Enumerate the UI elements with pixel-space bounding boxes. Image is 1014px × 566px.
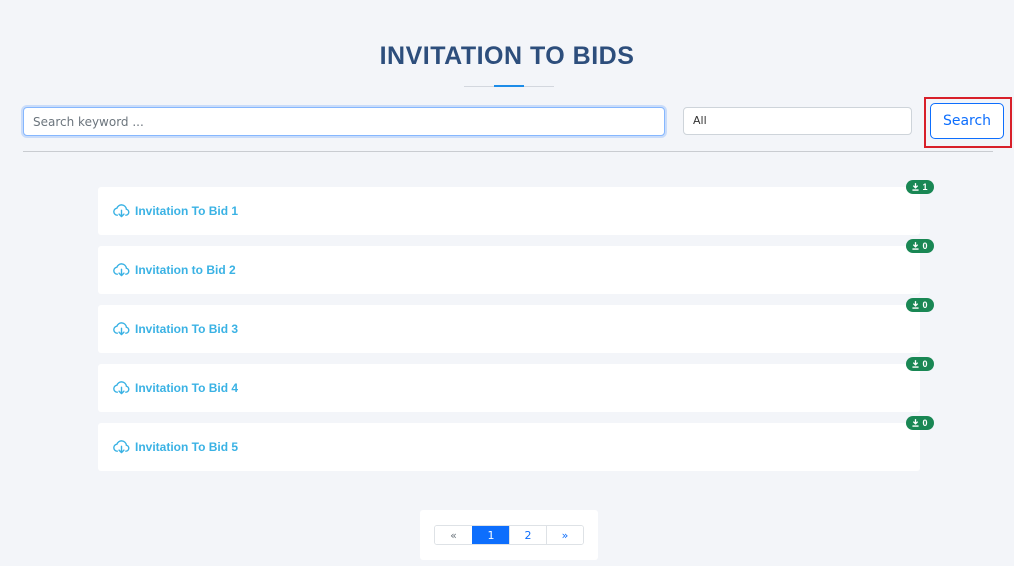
download-icon: [912, 242, 920, 250]
pagination: « 1 2 »: [434, 525, 584, 545]
download-icon: [912, 301, 920, 309]
download-icon: [912, 183, 920, 191]
bid-title: Invitation To Bid 1: [135, 204, 239, 218]
page: INVITATION TO BIDS All Search Invitation…: [0, 0, 1014, 566]
page-title: INVITATION TO BIDS: [379, 42, 635, 70]
divider: [23, 151, 993, 152]
download-count: 0: [922, 418, 928, 428]
download-count: 1: [922, 182, 928, 192]
bid-title: Invitation To Bid 5: [135, 440, 239, 454]
cloud-download-icon: [113, 322, 130, 336]
bid-item-5[interactable]: Invitation To Bid 5 0: [98, 416, 934, 471]
search-button[interactable]: Search: [930, 103, 1004, 139]
download-icon: [912, 360, 920, 368]
download-count-badge: 0: [906, 239, 934, 253]
cloud-download-icon: [113, 440, 130, 454]
bid-title: Invitation To Bid 3: [135, 322, 239, 336]
download-count-badge: 1: [906, 180, 934, 194]
category-select[interactable]: All: [683, 107, 912, 135]
download-count: 0: [922, 300, 928, 310]
bid-item-3[interactable]: Invitation To Bid 3 0: [98, 298, 934, 353]
cloud-download-icon: [113, 263, 130, 277]
download-count-badge: 0: [906, 357, 934, 371]
download-count-badge: 0: [906, 416, 934, 430]
category-select-value: All: [693, 114, 707, 127]
cloud-download-icon: [113, 381, 130, 395]
download-count-badge: 0: [906, 298, 934, 312]
pagination-next[interactable]: »: [546, 526, 583, 544]
title-underline-accent: [494, 85, 524, 87]
download-count: 0: [922, 241, 928, 251]
bid-item-2[interactable]: Invitation to Bid 2 0: [98, 239, 934, 294]
bid-title: Invitation To Bid 4: [135, 381, 239, 395]
pagination-page-2[interactable]: 2: [509, 526, 546, 544]
search-input[interactable]: [23, 107, 665, 136]
bid-list: Invitation To Bid 1 1 Invitation to Bid …: [98, 180, 934, 482]
pagination-prev[interactable]: «: [435, 526, 472, 544]
bid-item-1[interactable]: Invitation To Bid 1 1: [98, 180, 934, 235]
pagination-container: « 1 2 »: [420, 510, 598, 560]
download-icon: [912, 419, 920, 427]
pagination-page-1[interactable]: 1: [472, 526, 509, 544]
bid-title: Invitation to Bid 2: [135, 263, 236, 277]
download-count: 0: [922, 359, 928, 369]
bid-item-4[interactable]: Invitation To Bid 4 0: [98, 357, 934, 412]
cloud-download-icon: [113, 204, 130, 218]
